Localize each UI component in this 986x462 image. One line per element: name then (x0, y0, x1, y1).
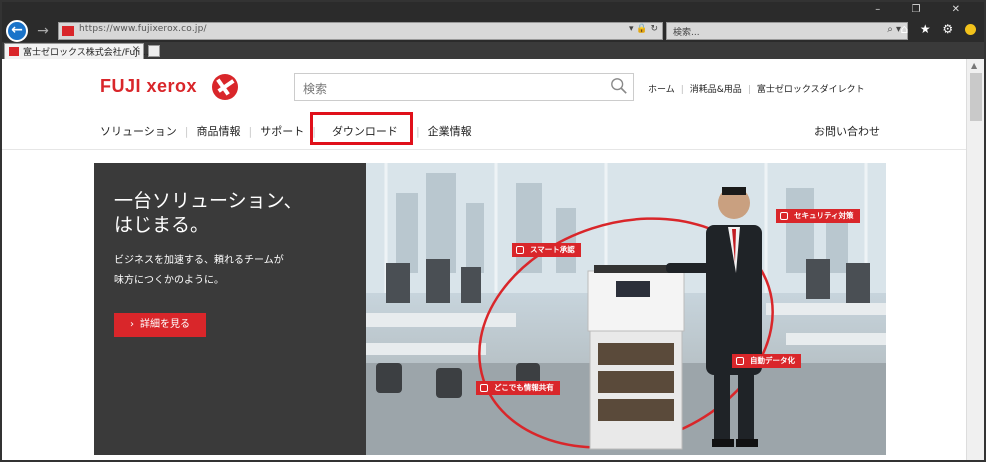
hero-text-panel: 一台ソリューション、 はじまる。 ビジネスを加速する、頼れるチームが 味方につく… (94, 163, 366, 455)
document-icon (736, 357, 744, 365)
cloud-check-icon (516, 246, 524, 254)
hero-details-button[interactable]: › 詳細を見る (114, 313, 206, 337)
nav-item-products[interactable]: 商品情報 (197, 123, 241, 139)
office-scene-illustration (366, 163, 886, 455)
hero-details-label: 詳細を見る (140, 319, 190, 330)
logo-mark-icon (212, 74, 238, 100)
browser-search-icon[interactable]: ⌕ ▾ (887, 24, 901, 35)
browser-toolbar[interactable]: ⌂ ★ ⚙ (900, 22, 976, 36)
page-scrollbar[interactable]: ▲ (966, 59, 984, 460)
nav-separator: | (248, 125, 253, 138)
back-arrow-icon[interactable]: ← (6, 20, 28, 42)
util-link-home[interactable]: ホーム (648, 82, 675, 95)
feedback-smiley-icon[interactable] (965, 24, 976, 35)
site-favicon-icon (62, 26, 74, 36)
scroll-up-arrow-icon[interactable]: ▲ (971, 61, 977, 70)
main-nav: ソリューション | 商品情報 | サポート | ダウンロード | 企業情報 (100, 123, 472, 139)
search-icon[interactable] (610, 77, 628, 95)
callout-label: 自動データ化 (750, 356, 795, 365)
browser-window: – ❐ ✕ ← → https://www.fujixerox.co.jp/ ▾… (0, 0, 986, 462)
callout-label: どこでも情報共有 (494, 383, 554, 392)
tab-close-icon[interactable]: × (132, 44, 140, 55)
site-search-input[interactable]: 検索 (294, 73, 634, 101)
callout-smart-approval: スマート承認 (512, 243, 581, 257)
logo-text: FUJI xerox (100, 76, 198, 96)
chevron-right-icon: › (130, 319, 134, 330)
callout-label: スマート承認 (530, 245, 575, 254)
callout-share-anywhere: どこでも情報共有 (476, 381, 560, 395)
utility-links: ホーム | 消耗品&用品 | 富士ゼロックスダイレクト (648, 82, 865, 95)
calendar-icon (480, 384, 488, 392)
callout-label: セキュリティ対策 (794, 211, 854, 220)
forward-arrow-icon[interactable]: → (34, 22, 52, 40)
util-link-direct[interactable]: 富士ゼロックスダイレクト (757, 82, 865, 95)
util-separator: | (680, 85, 684, 95)
hero-subtitle: ビジネスを加速する、頼れるチームが 味方につくかのように。 (114, 255, 284, 286)
contact-link[interactable]: お問い合わせ (814, 123, 880, 139)
tab-favicon-icon (9, 47, 19, 56)
address-bar[interactable]: https://www.fujixerox.co.jp/ ▾ 🔒 ↻ (58, 22, 663, 40)
address-bar-icons[interactable]: ▾ 🔒 ↻ (629, 24, 658, 34)
hero-image: スマート承認 セキュリティ対策 自動データ化 どこでも情報共有 (366, 163, 886, 455)
callout-security: セキュリティ対策 (776, 209, 860, 223)
home-star-gear-icons[interactable]: ⌂ ★ ⚙ (900, 22, 957, 36)
nav-item-corporate[interactable]: 企業情報 (428, 123, 472, 139)
util-link-supplies[interactable]: 消耗品&用品 (690, 82, 742, 95)
window-controls[interactable]: – ❐ ✕ (875, 4, 974, 15)
util-separator: | (747, 85, 751, 95)
site-search-placeholder: 検索 (303, 82, 328, 96)
browser-tab[interactable]: 富士ゼロックス株式会社/Fuji ... × (4, 43, 152, 59)
download-highlight-box (310, 112, 413, 145)
nav-divider (2, 149, 966, 150)
shield-icon (780, 212, 788, 220)
nav-item-support[interactable]: サポート (260, 123, 304, 139)
browser-chrome: – ❐ ✕ ← → https://www.fujixerox.co.jp/ ▾… (2, 2, 984, 42)
new-tab-button[interactable] (148, 45, 160, 57)
callout-auto-data: 自動データ化 (732, 354, 801, 368)
scroll-thumb[interactable] (970, 73, 982, 121)
nav-item-solutions[interactable]: ソリューション (100, 123, 177, 139)
hero-title: 一台ソリューション、 はじまる。 (114, 190, 303, 236)
web-page: FUJI xerox 検索 ホーム | 消耗品&用品 | 富士ゼロックスダイレクト ソリ… (2, 59, 966, 460)
nav-separator: | (415, 125, 420, 138)
address-text: https://www.fujixerox.co.jp/ (79, 24, 207, 34)
browser-search-input[interactable]: 検索... ⌕ ▾ (666, 22, 908, 40)
browser-search-placeholder: 検索... (673, 28, 700, 38)
nav-separator: | (184, 125, 189, 138)
hero-banner[interactable]: 一台ソリューション、 はじまる。 ビジネスを加速する、頼れるチームが 味方につく… (94, 163, 886, 455)
tab-strip: 富士ゼロックス株式会社/Fuji ... × (2, 42, 984, 59)
